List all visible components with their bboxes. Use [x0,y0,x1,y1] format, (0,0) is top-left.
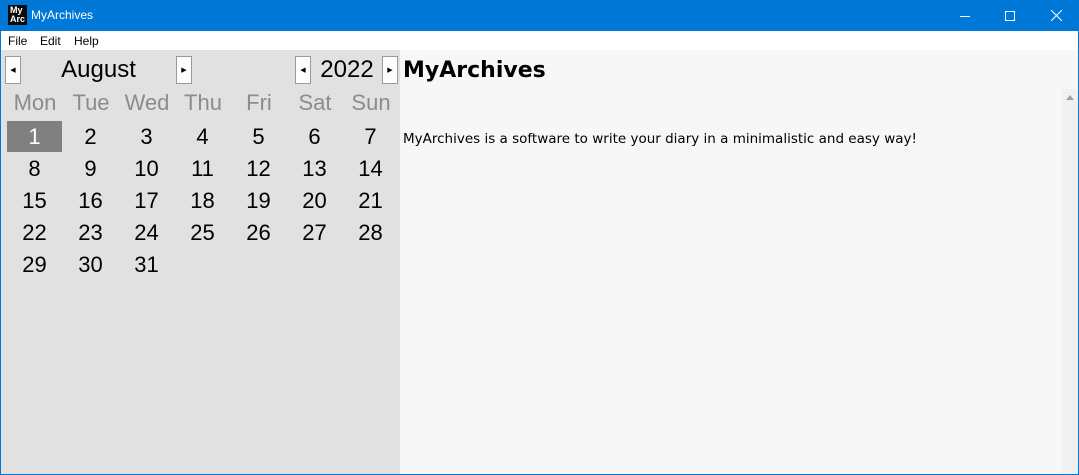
maximize-button[interactable] [987,0,1033,31]
calendar-day[interactable]: 13 [287,153,342,184]
calendar-day[interactable]: 23 [63,217,118,248]
weekday-label: Sun [351,90,391,115]
calendar-day[interactable]: 5 [231,121,286,152]
app-icon[interactable]: My Arc [8,5,27,25]
menu-help[interactable]: Help [74,34,99,48]
page-title: MyArchives [403,58,546,83]
window-title: MyArchives [31,8,94,22]
calendar-day[interactable]: 16 [63,185,118,216]
next-month-button[interactable]: ▶ [176,56,192,84]
weekday-label: Thu [184,90,222,115]
window-border-left [0,31,1,475]
calendar-day[interactable]: 15 [7,185,62,216]
chevron-up-icon [1066,94,1074,100]
menu-bar: File Edit Help [0,31,1079,50]
month-label: August [61,56,136,83]
calendar-day[interactable]: 18 [175,185,230,216]
scroll-up-button[interactable] [1062,89,1078,105]
menu-edit[interactable]: Edit [40,34,61,48]
calendar-day[interactable]: 12 [231,153,286,184]
year-label: 2022 [320,56,374,83]
weekday-label: Sat [298,90,332,115]
calendar-day[interactable]: 2 [63,121,118,152]
close-icon [1050,10,1062,21]
minimize-button[interactable] [942,0,988,31]
calendar-day[interactable]: 11 [175,153,230,184]
calendar-day[interactable]: 21 [343,185,398,216]
calendar-day[interactable]: 30 [63,249,118,280]
calendar-day[interactable]: 4 [175,121,230,152]
weekday-label: Wed [124,90,170,115]
calendar-day[interactable]: 19 [231,185,286,216]
weekday-label: Tue [72,90,110,115]
calendar-day[interactable]: 31 [119,249,174,280]
weekday-label: Mon [13,90,57,115]
arrow-left-icon: ◀ [10,67,16,74]
calendar-day[interactable]: 14 [343,153,398,184]
calendar-day[interactable]: 26 [231,217,286,248]
close-button[interactable] [1033,0,1079,31]
arrow-right-icon: ▶ [181,67,187,74]
weekday-label: Fri [246,90,272,115]
minimize-icon [960,15,970,17]
calendar-day[interactable]: 27 [287,217,342,248]
calendar-panel: ◀ August ▶ ◀ 2022 ▶ Mon Tue Wed Thu Fri Sat Su… [1,50,400,474]
calendar-day[interactable]: 25 [175,217,230,248]
calendar-day[interactable]: 3 [119,121,174,152]
calendar-day[interactable]: 20 [287,185,342,216]
maximize-icon [1005,10,1015,21]
calendar-day[interactable]: 6 [287,121,342,152]
calendar-day[interactable]: 10 [119,153,174,184]
calendar-day[interactable]: 28 [343,217,398,248]
calendar-day[interactable]: 8 [7,153,62,184]
menu-file[interactable]: File [8,34,27,48]
previous-month-button[interactable]: ◀ [5,56,21,84]
next-year-button[interactable]: ▶ [382,56,398,84]
calendar-day[interactable]: 17 [119,185,174,216]
calendar-day[interactable]: 9 [63,153,118,184]
arrow-right-icon: ▶ [387,67,393,74]
calendar-day[interactable]: 22 [7,217,62,248]
title-bar: My Arc MyArchives [0,0,1079,31]
arrow-left-icon: ◀ [300,67,306,74]
calendar-day[interactable]: 7 [343,121,398,152]
calendar-day[interactable]: 29 [7,249,62,280]
previous-year-button[interactable]: ◀ [295,56,311,84]
calendar-day-selected[interactable]: 1 [7,121,62,152]
page-description: MyArchives is a software to write your d… [403,131,917,147]
calendar-day[interactable]: 24 [119,217,174,248]
vertical-scrollbar[interactable] [1062,89,1078,474]
app-icon-line2: Arc [10,14,26,24]
